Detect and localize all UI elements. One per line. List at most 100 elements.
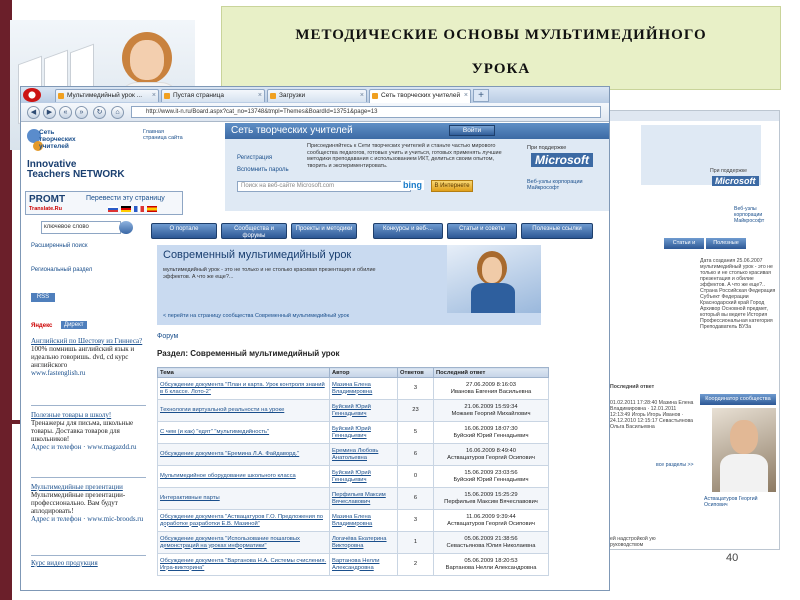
ms-support-label: При поддержке xyxy=(527,145,567,151)
bg-column-title: Последний ответ xyxy=(610,384,655,390)
last-reply-author: Иванова Евгения Васильевна xyxy=(450,388,532,395)
ad-title[interactable]: Мультимедийные презентации xyxy=(31,483,151,491)
menu-about[interactable]: О портале xyxy=(151,223,217,239)
search-internet-button[interactable]: В Интернете xyxy=(431,180,473,192)
bg-toolbar xyxy=(601,111,779,121)
opera-menu-icon[interactable] xyxy=(23,88,41,102)
site-search-input[interactable]: ключевое слово xyxy=(41,221,121,234)
person-shirt xyxy=(471,283,515,313)
author-link[interactable]: Буйский Юрий Геннадьевич xyxy=(329,399,398,422)
author-link[interactable]: Еремина Любовь Анатольевна xyxy=(329,443,398,466)
ad-link[interactable]: Адрес и телефон · www.magazdd.ru xyxy=(31,443,151,451)
topic-link[interactable]: Обсуждение документа "Использование поша… xyxy=(157,531,330,554)
regional-section-link[interactable]: Региональный раздел xyxy=(31,267,92,273)
close-icon[interactable]: × xyxy=(258,90,262,102)
flag-es-icon[interactable] xyxy=(147,206,157,212)
column-header-author[interactable]: Автор xyxy=(329,367,398,378)
advanced-search-link[interactable]: Расширенный поиск xyxy=(31,243,88,249)
close-icon[interactable]: × xyxy=(152,90,156,102)
bg-ms-support: При поддержке xyxy=(710,168,748,174)
tab-teachers-network[interactable]: Сеть творческих учителей × xyxy=(369,89,471,103)
table-row: Обсуждение документа "Использование поша… xyxy=(157,531,549,554)
ad-divider xyxy=(31,477,146,478)
ad-title[interactable]: Английский по Шестову из Гиннеса? xyxy=(31,337,151,345)
ms-web-link[interactable]: Веб-узлы корпорации Майкрософт xyxy=(527,179,587,191)
topic-link[interactable]: Обсуждение документа "Вартанова Н.А. Сис… xyxy=(157,553,330,576)
column-header-topic[interactable]: Тема xyxy=(157,367,330,378)
forum-link[interactable]: Форум xyxy=(157,333,178,340)
menu-contests[interactable]: Конкурсы и веб-... xyxy=(373,223,443,239)
author-link[interactable]: Мазина Елена Владимировна xyxy=(329,509,398,532)
menu-communities[interactable]: Сообщества и форумы xyxy=(221,223,287,239)
rss-button[interactable]: RSS xyxy=(31,293,55,302)
bg-community-info: Дата создания 25.06.2007 мультимедийный … xyxy=(700,258,776,330)
author-link[interactable]: Логачёва Екатерина Викторовна xyxy=(329,531,398,554)
author-link[interactable]: Буйский Юрий Геннадьевич xyxy=(329,421,398,444)
yandex-direct-label[interactable]: Директ xyxy=(61,321,87,329)
hero-text: мультимедийный урок - это не только и не… xyxy=(163,267,376,280)
tab-multimedia-lesson[interactable]: Мультимедийный урок ... × xyxy=(55,89,159,102)
fast-forward-icon[interactable]: » xyxy=(75,106,88,119)
tab-downloads[interactable]: Загрузки × xyxy=(267,89,367,102)
last-reply: 16.06.2009 18:07:30 Буйский Юрий Геннадье… xyxy=(433,421,549,444)
topic-link[interactable]: Мультимедийное оборудование школьного кл… xyxy=(157,465,330,488)
ad-title[interactable]: Полезные товары в школу! xyxy=(31,411,151,419)
author-link[interactable]: Перфильев Максим Вячеславович xyxy=(329,487,398,510)
table-header-row: Тема Автор Ответов Последний ответ xyxy=(157,367,549,378)
tab-empty-page[interactable]: Пустая страница × xyxy=(161,89,265,102)
topic-link[interactable]: Обсуждение документа "Еремина Л.А. Файда… xyxy=(157,443,330,466)
table-row: С чем (и как) "едят" "мультимедийность" Б… xyxy=(157,421,549,444)
flag-fr-icon[interactable] xyxy=(134,206,144,212)
menu-projects[interactable]: Проекты и методики xyxy=(291,223,357,239)
forward-icon[interactable]: ▶ xyxy=(43,106,56,119)
remember-password-link[interactable]: Вспомнить пароль xyxy=(237,167,289,173)
author-link[interactable]: Буйский Юрий Геннадьевич xyxy=(329,465,398,488)
flag-ru-icon[interactable] xyxy=(108,206,118,212)
menu-articles[interactable]: Статьи и советы xyxy=(447,223,517,239)
register-link[interactable]: Регистрация xyxy=(237,155,272,161)
topic-link[interactable]: Технологии виртуальной реальности на уро… xyxy=(157,399,330,422)
table-row: Обсуждение документа "План и карта. Урок… xyxy=(157,377,549,400)
ms-search-input[interactable]: Поиск на веб-сайте Microsoft.com xyxy=(237,181,411,192)
new-tab-button[interactable]: + xyxy=(473,89,489,102)
bg-links-button[interactable]: Полезные ссылки xyxy=(706,238,746,257)
topic-link[interactable]: Интерактивные парты xyxy=(157,487,330,510)
bg-moderator-name[interactable]: Аствацатуров Георгий Осипович xyxy=(704,496,776,508)
login-button[interactable]: Войти xyxy=(449,125,495,136)
ad-link[interactable]: www.fastenglish.ru xyxy=(31,369,151,377)
author-link[interactable]: Мазина Елена Владимировна xyxy=(329,377,398,400)
home-icon[interactable]: ⌂ xyxy=(111,106,124,119)
bg-articles-button[interactable]: Статьи и советы xyxy=(664,238,704,257)
topic-link[interactable]: С чем (и как) "едят" "мультимедийность" xyxy=(157,421,330,444)
page-icon xyxy=(58,93,64,99)
flag-de-icon[interactable] xyxy=(121,206,131,212)
table-row: Мультимедийное оборудование школьного кл… xyxy=(157,465,549,488)
author-link[interactable]: Вартанова Нелли Александровна xyxy=(329,553,398,576)
promt-site: Translate.Ru xyxy=(29,206,63,212)
column-header-replies[interactable]: Ответов xyxy=(397,367,434,378)
promt-translate-widget[interactable]: PROMT Translate.Ru Перевести эту страниц… xyxy=(25,191,183,215)
community-page-link[interactable]: < перейти на страницу сообщества Совреме… xyxy=(163,313,349,319)
translate-page-link[interactable]: Перевести эту страницу xyxy=(86,195,165,202)
bg-more-link[interactable]: все разделы >> xyxy=(656,462,694,468)
last-reply-author: Буйский Юрий Геннадьевич xyxy=(453,432,529,439)
column-header-last-reply[interactable]: Последний ответ xyxy=(433,367,549,378)
home-page-link[interactable]: Главная страница сайта xyxy=(143,129,185,141)
ad-link[interactable]: Адрес и телефон · www.mic-broods.ru xyxy=(31,515,151,523)
bg-ms-web-link[interactable]: Веб-узлы корпорации Майкрософт xyxy=(734,206,778,224)
reload-icon[interactable]: ↻ xyxy=(93,106,106,119)
last-reply: 21.06.2009 15:59:34 Можаев Георгий Михайл… xyxy=(433,399,549,422)
address-bar[interactable]: http://www.it-n.ru/Board.aspx?cat_no=137… xyxy=(131,106,601,118)
close-icon[interactable]: × xyxy=(464,90,468,102)
menu-links[interactable]: Полезные ссылки xyxy=(521,223,593,239)
browser-window: Мультимедийный урок ... × Пустая страница… xyxy=(20,86,610,591)
promt-logo: PROMT xyxy=(29,194,66,205)
topic-link[interactable]: Обсуждение документа "План и карта. Урок… xyxy=(157,377,330,400)
search-button[interactable] xyxy=(119,221,133,234)
back-icon[interactable]: ◀ xyxy=(27,106,40,119)
rewind-icon[interactable]: « xyxy=(59,106,72,119)
ad-title[interactable]: Курс видео продукция xyxy=(31,559,151,567)
web-page: Сеть творческих учителей Главная страниц… xyxy=(21,123,609,590)
close-icon[interactable]: × xyxy=(360,90,364,102)
topic-link[interactable]: Обсуждение документа "Аствацатуров Г.О. … xyxy=(157,509,330,532)
